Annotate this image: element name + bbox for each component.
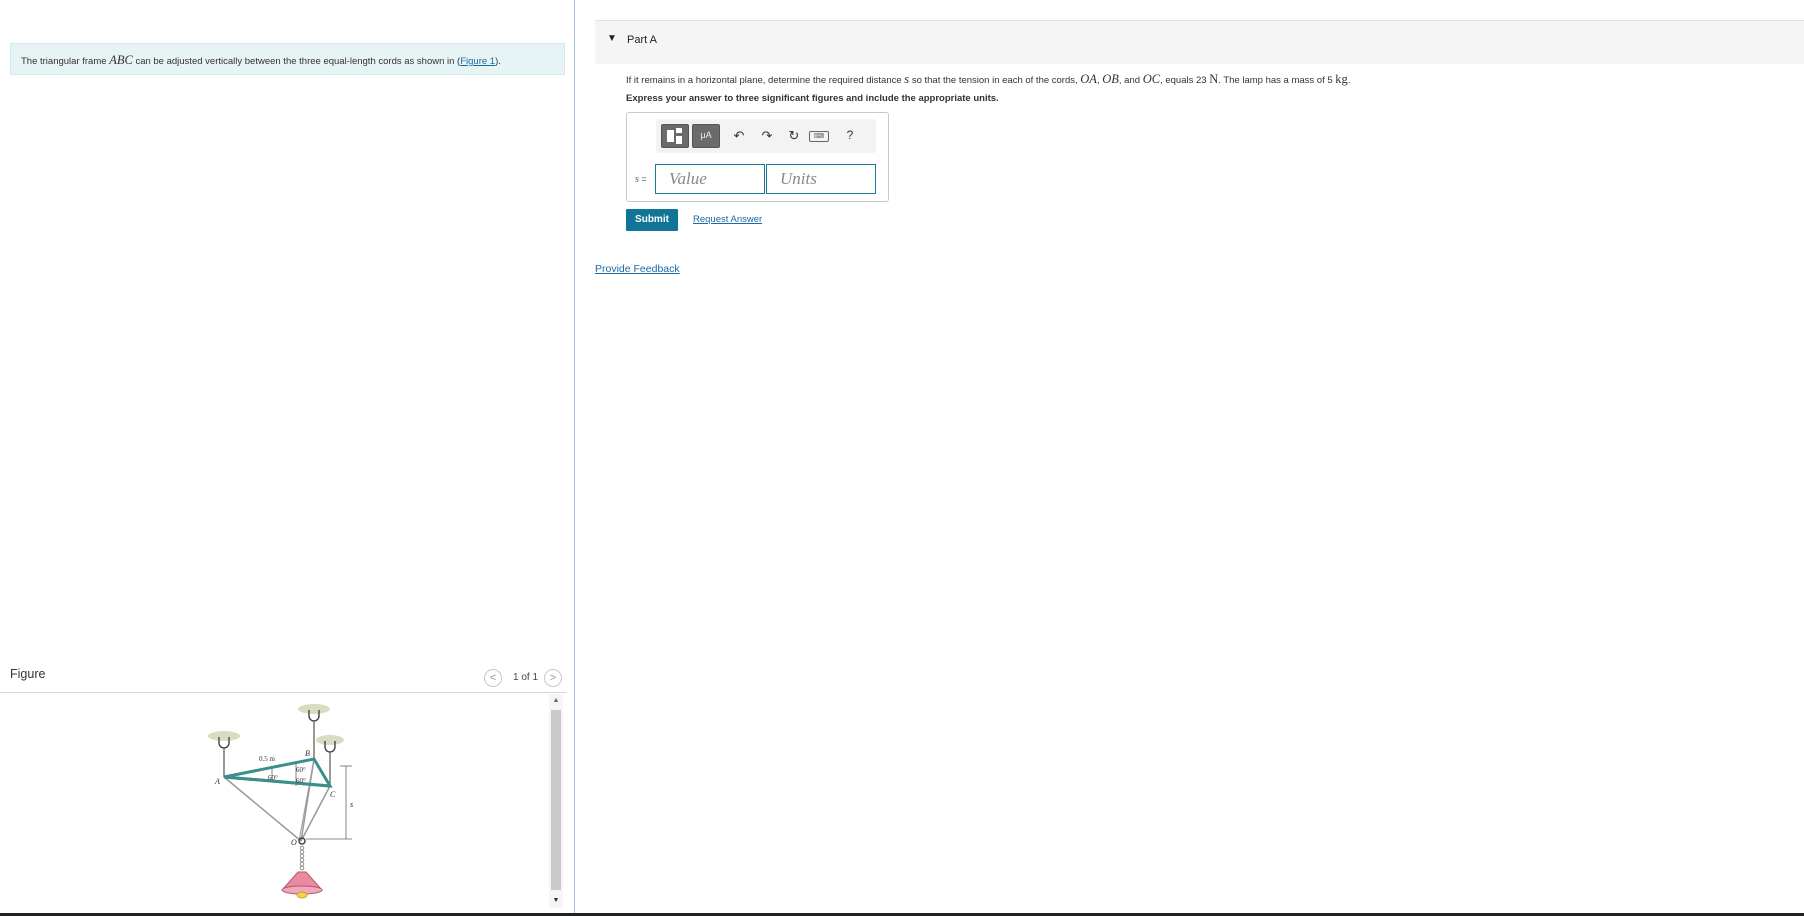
cord-ob: OB — [1102, 72, 1119, 86]
pager-count: 1 of 1 — [513, 672, 539, 683]
lamp-bulb — [296, 891, 308, 899]
label-angle-b2: 60° — [296, 777, 306, 785]
answer-variable: s — [635, 174, 639, 185]
question-segment: , equals 23 — [1160, 75, 1207, 86]
submit-button[interactable]: Submit — [626, 209, 678, 231]
cord-oa: OA — [1080, 72, 1097, 86]
answer-instructions: Express your answer to three significant… — [626, 93, 999, 104]
scroll-down-arrow-icon[interactable]: ▼ — [549, 896, 563, 906]
collapse-toggle-icon[interactable]: ▼ — [607, 33, 617, 44]
redo-icon[interactable]: ↷ — [759, 128, 775, 144]
label-o: O — [291, 838, 297, 847]
unit-kilogram: kg — [1335, 72, 1348, 86]
problem-intro: The triangular frame ABC can be adjusted… — [10, 43, 565, 75]
variable-s: s — [904, 72, 910, 86]
templates-button[interactable] — [661, 124, 689, 148]
question-text: If it remains in a horizontal plane, det… — [626, 72, 1350, 87]
ceiling-mount-c — [316, 735, 344, 745]
label-c: C — [330, 790, 336, 799]
pager-prev-button[interactable]: < — [484, 669, 502, 687]
question-segment: , and — [1118, 75, 1141, 86]
undo-icon[interactable]: ↶ — [731, 128, 747, 144]
scroll-up-arrow-icon[interactable]: ▲ — [549, 696, 563, 706]
question-segment: . The lamp has a mass of 5 — [1218, 75, 1333, 86]
value-input[interactable]: Value — [655, 164, 765, 194]
intro-text-after: can be adjusted vertically between the t… — [135, 56, 461, 67]
cord-oc: OC — [1142, 72, 1161, 86]
answer-box: μA ↶ ↷ ↻ ⌨ ? s = Value Units — [626, 112, 889, 202]
figure-link[interactable]: Figure 1 — [460, 56, 495, 67]
help-button[interactable]: ? — [842, 128, 858, 142]
intro-text-end: ). — [495, 56, 501, 67]
pager-next-button[interactable]: > — [544, 669, 562, 687]
request-answer-link[interactable]: Request Answer — [693, 214, 762, 225]
left-pane: The triangular frame ABC can be adjusted… — [0, 0, 575, 916]
frame-name: ABC — [109, 53, 133, 67]
question-segment: so that the tension in each of the cords… — [911, 75, 1078, 86]
lamp-frame-diagram: A B C O s 0.5 m 60° 60° 60° — [208, 704, 353, 899]
figure-scrollbar[interactable]: ▲ ▼ — [549, 694, 563, 908]
scroll-thumb[interactable] — [551, 710, 561, 890]
answer-variable-label: s = — [635, 174, 647, 185]
label-angle-a: 60° — [268, 774, 278, 782]
intro-text-before: The triangular frame — [21, 56, 107, 67]
label-angle-b1: 60° — [296, 766, 306, 774]
provide-feedback-link[interactable]: Provide Feedback — [595, 263, 680, 275]
figure-image: A B C O s 0.5 m 60° 60° 60° — [10, 694, 550, 912]
part-title: Part A — [627, 34, 657, 46]
label-s: s — [350, 800, 353, 809]
equals-sign: = — [641, 174, 647, 184]
figure-header: Figure < 1 of 1 > — [0, 660, 566, 693]
math-toolbar: μA ↶ ↷ ↻ ⌨ ? — [656, 119, 876, 153]
label-length: 0.5 m — [259, 755, 276, 763]
reset-icon[interactable]: ↻ — [786, 128, 802, 144]
keyboard-icon[interactable]: ⌨ — [809, 131, 829, 142]
question-segment: , — [1096, 75, 1100, 86]
unit-newton: N — [1209, 72, 1219, 86]
ceiling-mount-b — [298, 704, 330, 714]
question-segment: If it remains in a horizontal plane, det… — [626, 75, 902, 86]
part-a-header[interactable]: ▼ Part A — [595, 20, 1804, 64]
label-b: B — [305, 749, 310, 758]
question-segment: . — [1347, 75, 1351, 86]
label-a: A — [214, 777, 220, 786]
units-input[interactable]: Units — [766, 164, 876, 194]
symbols-button[interactable]: μA — [692, 124, 720, 148]
figure-title: Figure — [10, 667, 46, 681]
ceiling-mount-a — [208, 731, 240, 741]
